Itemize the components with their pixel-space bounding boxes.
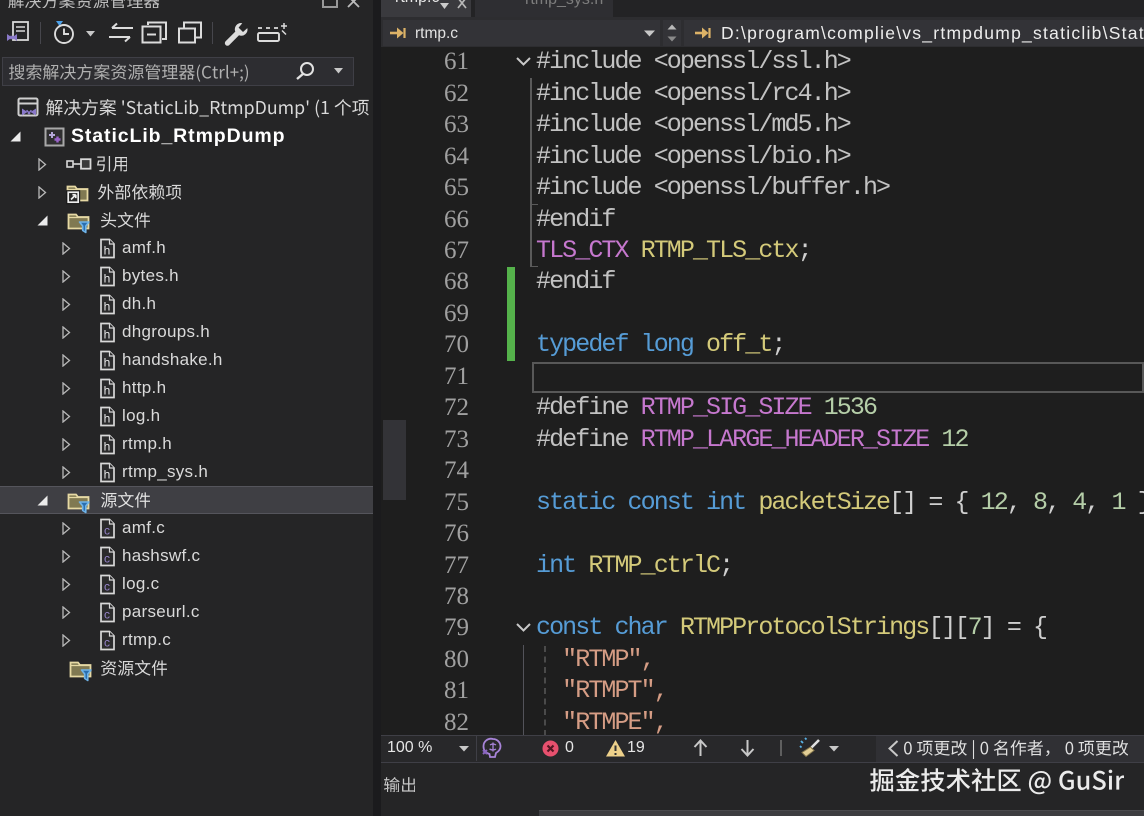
svg-text:c: c	[104, 523, 110, 537]
svg-text:h: h	[104, 271, 111, 285]
svg-text:h: h	[104, 411, 111, 425]
svg-text:c: c	[104, 635, 110, 649]
svg-text:c: c	[104, 579, 110, 593]
svg-text:h: h	[104, 467, 111, 481]
svg-text:h: h	[104, 243, 111, 257]
svg-text:c: c	[104, 551, 110, 565]
svg-text:c: c	[104, 607, 110, 621]
svg-text:h: h	[104, 383, 111, 397]
svg-text:h: h	[104, 327, 111, 341]
svg-text:h: h	[104, 355, 111, 369]
svg-text:h: h	[104, 299, 111, 313]
svg-text:h: h	[104, 439, 111, 453]
